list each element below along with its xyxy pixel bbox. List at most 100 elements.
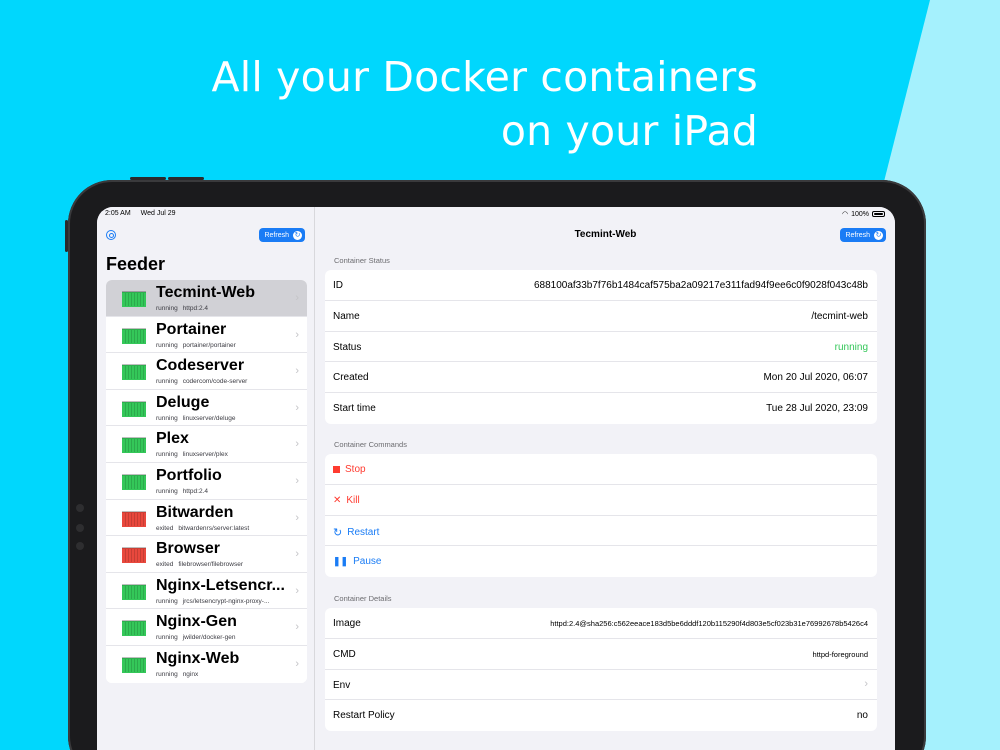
container-meta: running httpd:2.4 (156, 305, 291, 312)
container-state: running (156, 597, 178, 605)
list-item[interactable]: Plex running linuxserver/plex › (106, 426, 307, 463)
container-meta: exited filebrowser/filebrowser (156, 561, 291, 568)
container-name: Deluge (156, 393, 210, 411)
container-name: Nginx-Web (156, 649, 240, 667)
row-created: Created Mon 20 Jul 2020, 06:07 (325, 362, 877, 394)
container-meta: running portainer/portainer (156, 342, 291, 349)
chevron-right-icon: › (295, 292, 299, 304)
list-item[interactable]: Codeserver running codercom/code-server › (106, 353, 307, 390)
container-image: portainer/portainer (182, 341, 236, 349)
container-meta: running linuxserver/deluge (156, 415, 291, 422)
list-item[interactable]: Tecmint-Web running httpd:2.4 › (106, 280, 307, 317)
row-value: no (856, 710, 868, 722)
container-name: Bitwarden (156, 503, 234, 521)
container-icon (122, 583, 146, 600)
row-value: Tue 28 Jul 2020, 23:09 (766, 403, 868, 415)
chevron-right-icon: › (295, 365, 299, 378)
container-state: running (156, 451, 178, 459)
row-key: CMD (333, 648, 356, 660)
details-group: Image httpd:2.4@sha256:c562eeace183d5be6… (325, 608, 877, 732)
refresh-label: Refresh (845, 231, 870, 239)
list-item[interactable]: Portfolio running httpd:2.4 › (106, 462, 307, 500)
row-status: Status running (325, 332, 877, 363)
container-image: jrcs/letsencrypt-nginx-proxy-... (182, 597, 270, 605)
container-image: bitwardenrs/server:latest (178, 524, 250, 532)
container-meta: exited bitwardenrs/server:latest (156, 525, 291, 532)
volume-button (65, 220, 68, 252)
wifi-icon: ◠ (841, 211, 849, 218)
row-env[interactable]: Env › (325, 670, 877, 701)
row-value: /tecmint-web (811, 310, 868, 322)
container-icon (122, 437, 146, 454)
container-state: running (156, 634, 178, 642)
pause-label: Pause (353, 556, 382, 568)
row-cmd: CMD httpd-foreground (325, 639, 877, 670)
container-name: Portfolio (156, 466, 222, 484)
chevron-right-icon: › (295, 328, 299, 341)
list-item[interactable]: Nginx-Letsencr... running jrcs/letsencrypt… (106, 572, 307, 610)
container-image: httpd:2.4 (182, 305, 208, 312)
row-key: Restart Policy (333, 710, 395, 722)
battery-icon (872, 211, 885, 217)
container-image: linuxserver/deluge (182, 414, 236, 422)
ipad-frame: Refresh ↻ Feeder Tecmint-Web running httpd… (65, 177, 926, 750)
marketing-headline: All your Docker containers on your iPad (211, 50, 758, 158)
kill-button[interactable]: ✕ Kill (325, 485, 877, 516)
row-value: httpd:2.4@sha256:c562eeace183d5be6dddf12… (550, 619, 868, 628)
top-button-right (168, 177, 204, 180)
list-item[interactable]: Bitwarden exited bitwardenrs/server:latest… (106, 499, 307, 537)
pause-button[interactable]: ❚❚ Pause (325, 546, 877, 577)
sidebar-refresh-button[interactable]: Refresh ↻ (259, 228, 305, 242)
camera-dot (76, 504, 84, 512)
ipad-screen: Refresh ↻ Feeder Tecmint-Web running httpd… (97, 207, 895, 750)
headline-line-1: All your Docker containers (211, 53, 758, 101)
list-item[interactable]: Browser exited filebrowser/filebrowser › (106, 536, 307, 573)
row-value: 688100af33b7f76b1484caf575ba2a09217e311f… (533, 280, 868, 291)
list-item[interactable]: Nginx-Web running nginx › (106, 645, 307, 683)
settings-icon[interactable] (106, 230, 116, 240)
container-image: httpd:2.4 (182, 487, 208, 495)
chevron-right-icon: › (295, 584, 299, 597)
status-bar: 2:05 AM Wed Jul 29 ◠ 100% (97, 207, 895, 221)
section-container-details: Container Details (334, 594, 392, 603)
container-icon (122, 327, 146, 344)
detail-title: Tecmint-Web (574, 229, 637, 240)
refresh-label: Refresh (264, 231, 289, 239)
chevron-right-icon: › (295, 511, 299, 524)
restart-command: ↻ Restart (333, 526, 379, 539)
stop-icon (333, 466, 340, 473)
row-value: Mon 20 Jul 2020, 06:07 (763, 372, 868, 384)
detail-refresh-button[interactable]: Refresh ↻ (840, 228, 886, 242)
chevron-right-icon: › (295, 657, 299, 670)
container-icon (122, 473, 146, 490)
pause-icon: ❚❚ (333, 556, 349, 567)
section-container-status: Container Status (334, 256, 390, 265)
row-restart-policy: Restart Policy no (325, 700, 877, 731)
restart-button[interactable]: ↻ Restart (325, 516, 877, 547)
list-item[interactable]: Deluge running linuxserver/deluge › (106, 389, 307, 427)
sidebar-title: Feeder (106, 254, 166, 274)
container-image: codercom/code-server (182, 378, 248, 386)
chevron-right-icon: › (295, 438, 299, 451)
chevron-right-icon: › (864, 677, 868, 690)
container-name: Browser (156, 540, 221, 558)
list-item[interactable]: Portainer running portainer/portainer › (106, 316, 307, 354)
row-key: Created (333, 372, 369, 384)
status-time: 2:05 AM (105, 210, 131, 217)
container-image: filebrowser/filebrowser (178, 561, 244, 569)
row-key: Image (333, 618, 361, 629)
list-item[interactable]: Nginx-Gen running jwilder/docker-gen › (106, 609, 307, 646)
detail-pane: Tecmint-Web Refresh ↻ Container Status I… (316, 207, 895, 750)
container-name: Tecmint-Web (156, 284, 255, 301)
refresh-icon: ↻ (874, 230, 883, 240)
container-name: Nginx-Letsencr... (156, 576, 285, 594)
stop-button[interactable]: Stop (325, 454, 877, 485)
container-name: Plex (156, 430, 189, 448)
sensor-dot (76, 524, 84, 532)
sensor-dot-2 (76, 542, 84, 550)
container-meta: running nginx (156, 671, 291, 678)
chevron-right-icon: › (295, 621, 299, 634)
container-state: exited (156, 524, 174, 532)
top-button-left (130, 177, 166, 180)
container-state: exited (156, 561, 174, 569)
